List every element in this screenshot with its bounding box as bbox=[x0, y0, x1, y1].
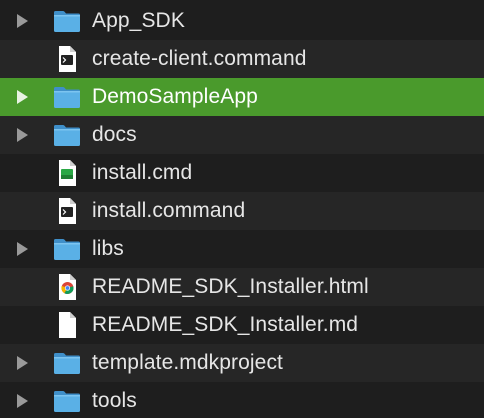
terminal-file-icon bbox=[52, 197, 82, 225]
file-name: install.command bbox=[92, 199, 246, 222]
disclosure-triangle-icon[interactable] bbox=[17, 356, 28, 370]
file-name: install.cmd bbox=[92, 161, 193, 184]
blank-document-icon bbox=[52, 311, 82, 339]
file-name: tools bbox=[92, 389, 137, 412]
folder-icon bbox=[52, 235, 82, 263]
file-row[interactable]: README_SDK_Installer.md bbox=[0, 306, 484, 344]
disclosure-triangle-icon[interactable] bbox=[17, 90, 28, 104]
file-row[interactable]: tools bbox=[0, 382, 484, 418]
cmd-file-icon bbox=[52, 159, 82, 187]
file-name: README_SDK_Installer.html bbox=[92, 275, 369, 298]
file-row[interactable]: libs bbox=[0, 230, 484, 268]
file-row[interactable]: template.mdkproject bbox=[0, 344, 484, 382]
folder-icon bbox=[52, 7, 82, 35]
file-name: docs bbox=[92, 123, 137, 146]
file-row[interactable]: install.cmd bbox=[0, 154, 484, 192]
folder-icon bbox=[52, 349, 82, 377]
disclosure-triangle-icon[interactable] bbox=[17, 14, 28, 28]
terminal-file-icon bbox=[52, 45, 82, 73]
file-name: libs bbox=[92, 237, 124, 260]
file-name: App_SDK bbox=[92, 9, 185, 32]
disclosure-triangle-icon[interactable] bbox=[17, 242, 28, 256]
file-name: create-client.command bbox=[92, 47, 307, 70]
file-row[interactable]: App_SDK bbox=[0, 2, 484, 40]
folder-icon bbox=[52, 83, 82, 111]
file-row[interactable]: install.command bbox=[0, 192, 484, 230]
file-row[interactable]: README_SDK_Installer.html bbox=[0, 268, 484, 306]
folder-icon bbox=[52, 387, 82, 415]
file-row[interactable]: DemoSampleApp bbox=[0, 78, 484, 116]
disclosure-triangle-icon[interactable] bbox=[17, 128, 28, 142]
file-name: template.mdkproject bbox=[92, 351, 283, 374]
folder-icon bbox=[52, 121, 82, 149]
file-row[interactable]: create-client.command bbox=[0, 40, 484, 78]
file-list: App_SDK create-client.command DemoSampleAp… bbox=[0, 0, 484, 418]
file-row[interactable]: docs bbox=[0, 116, 484, 154]
disclosure-triangle-icon[interactable] bbox=[17, 394, 28, 408]
file-name: README_SDK_Installer.md bbox=[92, 313, 359, 336]
chrome-html-file-icon bbox=[52, 273, 82, 301]
file-name: DemoSampleApp bbox=[92, 85, 258, 108]
